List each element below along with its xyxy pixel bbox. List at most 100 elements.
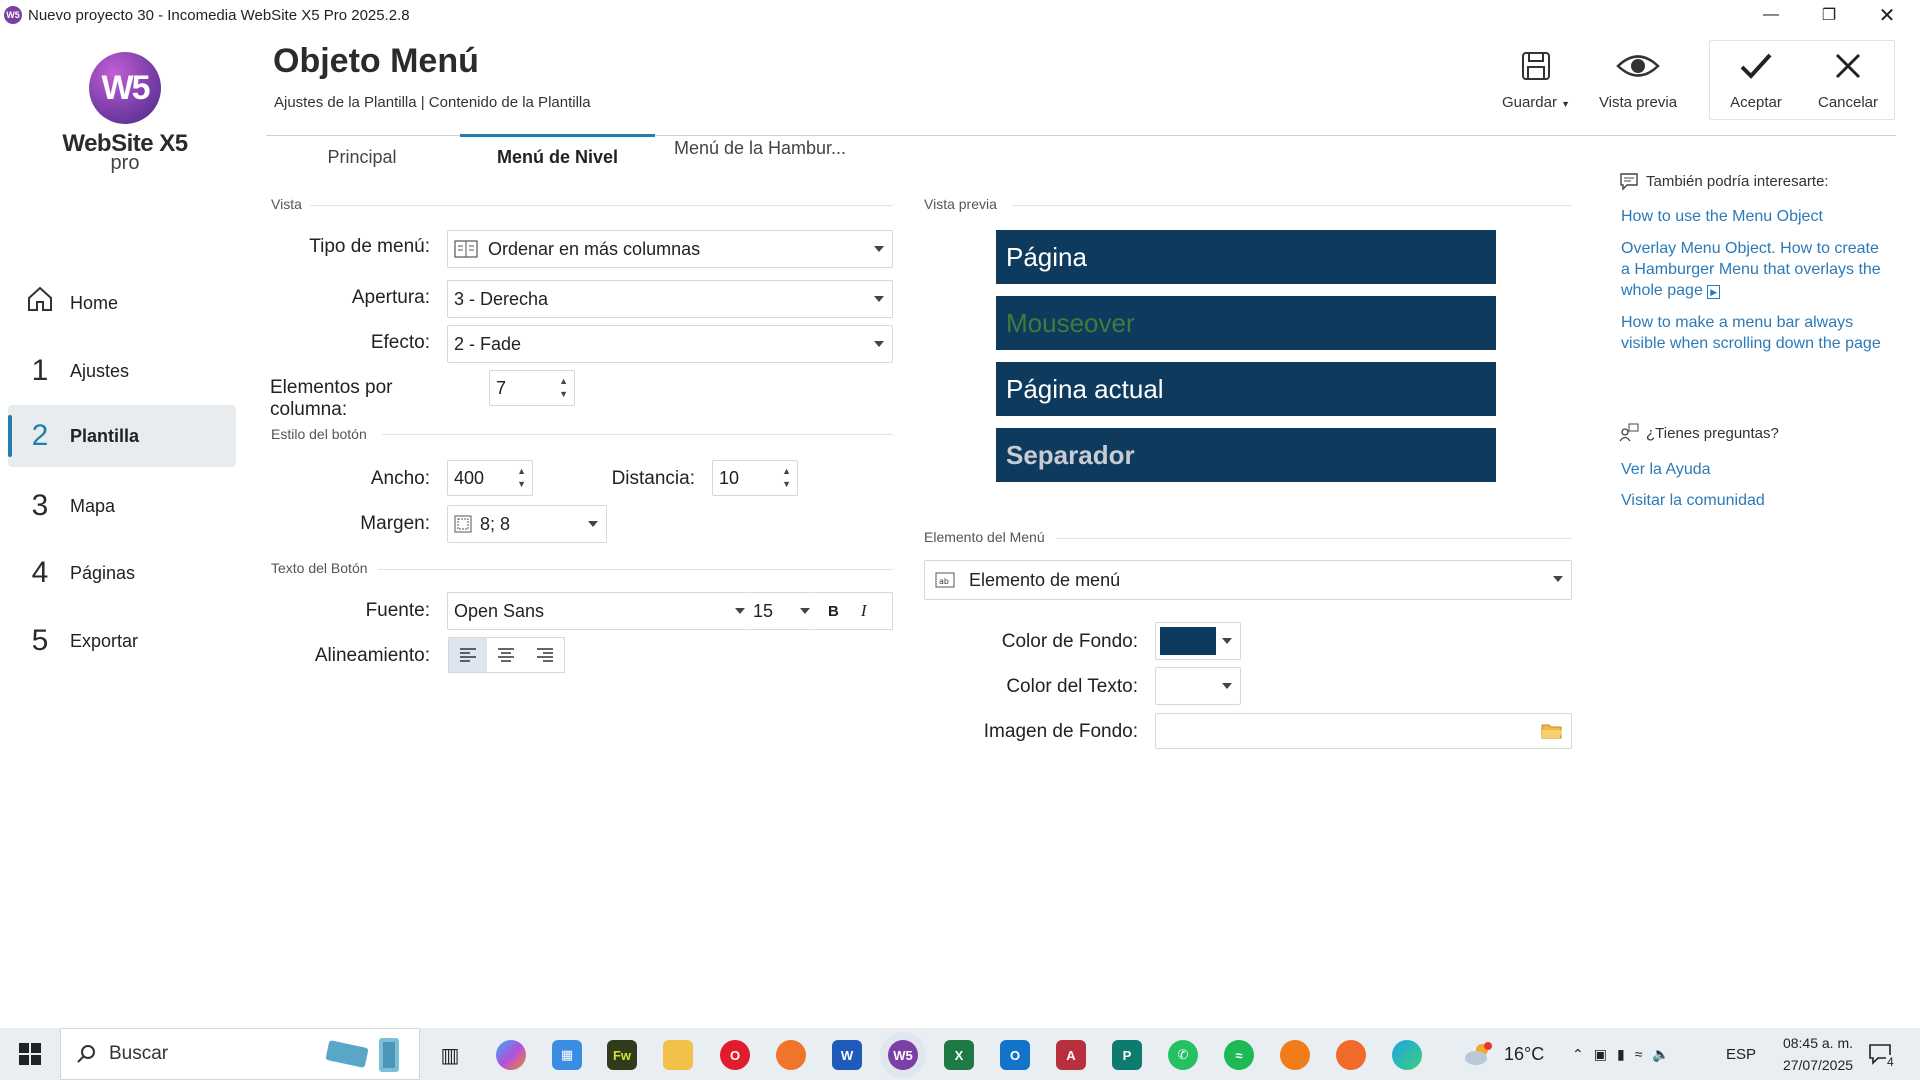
home-icon [18,284,62,322]
sidebar-item-mapa[interactable]: 3 Mapa [8,475,236,537]
sidebar-item-paginas[interactable]: 4 Páginas [8,542,236,604]
copilot-icon[interactable] [496,1040,526,1070]
sidebar-item-number: 4 [31,556,49,589]
language-indicator[interactable]: ESP [1726,1028,1756,1080]
distancia-stepper[interactable]: 10 ▲ ▼ [712,460,798,496]
fireworks-icon[interactable]: Fw [607,1040,637,1070]
orange-app-icon[interactable] [1336,1040,1366,1070]
svg-text:ab: ab [939,577,949,586]
chevron-down-icon [800,608,810,614]
menu-element-select[interactable]: ab Elemento de menú [924,560,1572,600]
sidebar-item-home[interactable]: Home [8,272,236,334]
text-field-icon: ab [935,572,955,588]
folder-icon[interactable] [1541,722,1563,740]
tab-menu-hamburguesa[interactable]: Menú de la Hambur... [660,136,860,178]
device-icon[interactable]: ▣ [1594,1046,1617,1063]
italic-button[interactable]: I [861,601,867,621]
publisher-icon[interactable]: P [1112,1040,1142,1070]
word-icon[interactable]: W [832,1040,862,1070]
task-view-icon[interactable]: ▥ [435,1040,465,1070]
chevron-up-icon[interactable]: ⌃ [1572,1046,1594,1063]
opera-icon[interactable]: O [720,1040,750,1070]
distancia-value: 10 [719,467,740,488]
whatsapp-icon[interactable]: ✆ [1168,1040,1198,1070]
sidebar-item-exportar[interactable]: 5 Exportar [8,610,236,672]
spotify-icon[interactable]: ≈ [1224,1040,1254,1070]
notifications-button[interactable]: 4 [1868,1028,1903,1080]
help-link-overlay-menu[interactable]: Overlay Menu Object. How to create a Ham… [1621,238,1881,301]
outlook-icon[interactable]: O [1000,1040,1030,1070]
tab-principal[interactable]: Principal [266,136,458,178]
columns-icon [454,239,478,259]
apertura-select[interactable]: 3 - Derecha [447,280,893,318]
edge-icon[interactable] [1392,1040,1422,1070]
questions-title: ¿Tienes preguntas? [1646,424,1779,442]
stepper-arrows-icon[interactable]: ▲ ▼ [782,465,791,491]
cancel-button[interactable]: Cancelar [1808,48,1888,118]
file-explorer-icon[interactable] [663,1040,693,1070]
tipo-menu-label: Tipo de menú: [309,236,430,257]
preview-button[interactable]: Vista previa [1592,48,1684,118]
cancel-label: Cancelar [1817,94,1879,111]
wifi-icon[interactable]: ≈ [1635,1046,1653,1062]
align-right-button[interactable] [526,638,564,672]
efecto-select[interactable]: 2 - Fade [447,325,893,363]
sidebar-item-plantilla[interactable]: 2 Plantilla [8,405,236,467]
elementos-columna-stepper[interactable]: 7 ▲ ▼ [489,370,575,406]
firefox-icon[interactable] [776,1040,806,1070]
logo-mark: W5 [89,52,161,124]
accept-button[interactable]: Aceptar [1716,48,1796,118]
section-title-elemento: Elemento del Menú [924,529,1045,545]
temperature: 16°C [1504,1043,1545,1064]
stepper-arrows-icon[interactable]: ▲ ▼ [559,375,568,401]
restore-button[interactable]: ❐ [1800,0,1858,30]
margen-select[interactable]: 8; 8 [447,505,607,543]
apertura-label: Apertura: [351,287,430,308]
access-icon[interactable]: A [1056,1040,1086,1070]
sidebar-item-ajustes[interactable]: 1 Ajustes [8,340,236,402]
start-button[interactable] [0,1028,60,1080]
apertura-value: 3 - Derecha [454,288,549,309]
title-bar: W5 Nuevo proyecto 30 - Incomedia WebSite… [0,0,1920,30]
help-link-overlay-text: Overlay Menu Object. How to create a Ham… [1621,240,1881,299]
section-divider [1012,205,1572,206]
websitex5-taskbar-icon[interactable]: W5 [888,1040,918,1070]
volume-icon[interactable]: 🔈 [1652,1046,1679,1063]
tab-menu-de-nivel[interactable]: Menú de Nivel [460,134,655,178]
store-icon[interactable]: ▦ [552,1040,582,1070]
help-link-ayuda[interactable]: Ver la Ayuda [1621,459,1881,480]
save-button[interactable]: Guardar ▼ [1496,48,1576,118]
fuente-label: Fuente: [365,600,430,621]
battery-icon[interactable]: ▮ [1617,1046,1635,1063]
ancho-stepper[interactable]: 400 ▲ ▼ [447,460,533,496]
font-family-select[interactable]: Open Sans [447,592,747,630]
bold-button[interactable]: B [828,603,839,620]
color-fondo-picker[interactable] [1155,622,1241,660]
help-link-comunidad[interactable]: Visitar la comunidad [1621,490,1881,511]
taskbar-search[interactable]: Buscar [60,1028,420,1080]
search-placeholder: Buscar [109,1043,169,1064]
close-window-button[interactable]: ✕ [1858,0,1916,30]
color-texto-label: Color del Texto: [1006,676,1138,697]
align-center-button[interactable] [487,638,525,672]
clock[interactable]: 08:45 a. m. 27/07/2025 [1772,1028,1864,1080]
align-center-icon [498,648,515,662]
stepper-arrows-icon[interactable]: ▲ ▼ [517,465,526,491]
efecto-value: 2 - Fade [454,333,522,354]
system-tray-icons[interactable]: ⌃ ▣ ▮ ≈ 🔈 [1572,1028,1680,1080]
font-family-value: Open Sans [454,600,545,621]
weather-widget[interactable]: 16°C [1464,1028,1544,1080]
minimize-button[interactable]: — [1742,0,1800,30]
align-left-button[interactable] [449,638,488,672]
help-link-menu-object[interactable]: How to use the Menu Object [1621,206,1881,227]
color-texto-picker[interactable] [1155,667,1241,705]
excel-icon[interactable]: X [944,1040,974,1070]
tipo-menu-select[interactable]: Ordenar en más columnas [447,230,893,268]
imagen-fondo-field[interactable] [1155,713,1572,749]
clock-app-icon[interactable] [1280,1040,1310,1070]
sidebar-item-label: Home [70,292,119,313]
elementos-columna-value: 7 [496,377,507,398]
help-link-sticky-bar[interactable]: How to make a menu bar always visible wh… [1621,312,1881,354]
alignment-group [448,637,565,673]
font-size-select[interactable]: 15 [747,592,814,630]
